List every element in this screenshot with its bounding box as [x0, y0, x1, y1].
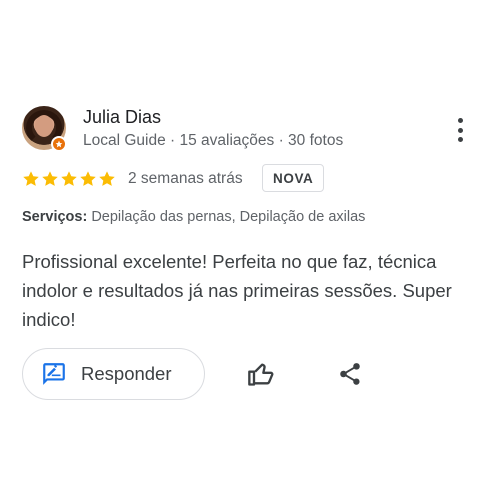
services-label: Serviços:: [22, 209, 88, 225]
new-badge: NOVA: [262, 164, 325, 192]
more-vertical-icon[interactable]: [450, 116, 470, 144]
star-rating: [22, 170, 116, 188]
thumbs-up-icon[interactable]: [247, 360, 275, 388]
services-line: Serviços: Depilação das pernas, Depilaçã…: [22, 209, 365, 225]
star-icon: [23, 171, 39, 186]
share-icon[interactable]: [337, 361, 363, 387]
star-icon: [80, 171, 96, 186]
services-value: Depilação das pernas, Depilação de axila…: [91, 209, 366, 225]
star-icon: [61, 171, 77, 186]
star-icon: [99, 171, 115, 186]
avatar[interactable]: [22, 106, 67, 152]
reply-icon: [43, 363, 65, 385]
reply-button[interactable]: Responder: [22, 348, 205, 400]
review-card: Julia Dias Local Guide · 15 avaliações ·…: [0, 0, 500, 500]
reviewer-name[interactable]: Julia Dias: [83, 107, 161, 128]
reviewer-meta: Local Guide · 15 avaliações · 30 fotos: [83, 132, 344, 149]
star-icon: [42, 171, 58, 186]
local-guide-star-icon: [51, 136, 67, 152]
review-time: 2 semanas atrás: [128, 170, 243, 187]
review-text: Profissional excelente! Perfeita no que …: [22, 251, 452, 330]
reply-label: Responder: [81, 363, 172, 384]
